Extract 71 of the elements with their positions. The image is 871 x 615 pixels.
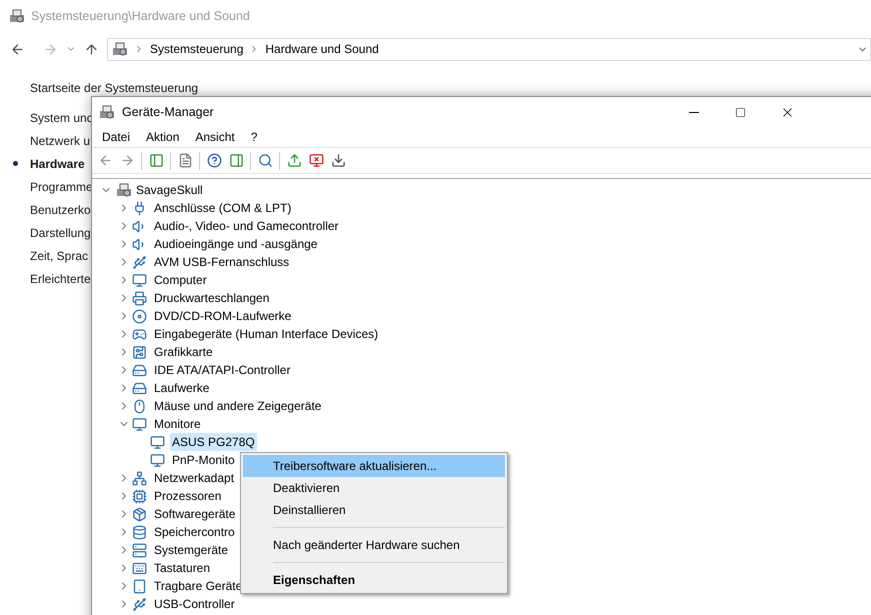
tree-item[interactable]: PnP-Monito [170,451,237,469]
maximize-icon [735,106,746,118]
monitor-icon [132,272,147,288]
monitor-icon [150,434,165,450]
tree-item[interactable]: Tragbare Geräte [152,577,244,595]
menu-item[interactable]: Ansicht [187,127,243,147]
nav-link[interactable]: Zeit, Sprac [30,246,88,264]
drive-icon [132,362,147,378]
nav-link[interactable]: Netzwerk u [30,132,90,150]
menu-item[interactable]: Aktion [138,127,188,147]
breadcrumb-item[interactable]: Hardware und Sound [265,40,379,58]
server-icon [132,542,147,558]
tree-item[interactable]: SavageSkull [136,181,203,199]
chip-icon [132,488,147,504]
tree-item[interactable]: Softwaregeräte [152,505,238,523]
tree-item[interactable]: ASUS PG278Q [170,433,257,451]
window-title: Systemsteuerung\Hardware und Sound [31,8,250,25]
mouse-icon [132,398,147,414]
nav-link[interactable]: Darstellung [30,224,91,242]
tree-item[interactable]: Mäuse und andere Zeigegeräte [152,397,324,415]
network-icon [132,470,147,486]
tree-item[interactable]: Prozessoren [152,487,224,505]
menu-item[interactable]: Deinstallieren [243,499,505,521]
tree-item[interactable]: Systemgeräte [152,541,230,559]
database-icon [132,524,147,540]
drive-icon [132,380,147,396]
nav-link[interactable]: Startseite der Systemsteuerung [30,81,198,96]
tree-item[interactable]: Tastaturen [152,559,212,577]
nav-link[interactable]: Erleichterte [30,270,91,288]
nav-link[interactable]: Programme [30,178,93,196]
menu-item[interactable]: Deaktivieren [243,477,505,499]
nav-link[interactable]: Hardware [30,154,85,172]
tree-item[interactable]: Audio-, Video- und Gamecontroller [152,217,341,235]
menu-item[interactable]: Eigenschaften [243,569,505,591]
tree-item[interactable]: Druckwarteschlangen [152,289,272,307]
tree-item[interactable]: Grafikkarte [152,343,215,361]
up-icon[interactable] [84,42,99,56]
menu-item[interactable]: Nach geänderter Hardware suchen [243,534,505,556]
nav-link[interactable]: Benutzerko [30,200,91,218]
tree-item[interactable]: DVD/CD-ROM-Laufwerke [152,307,294,325]
tree-item[interactable]: Anschlüsse (COM & LPT) [152,199,294,217]
breadcrumb-item[interactable]: Systemsteuerung [150,40,244,58]
tree-item[interactable]: AVM USB-Fernanschluss [152,253,292,271]
tree-item[interactable]: Monitore [152,415,203,433]
tree-item[interactable]: Computer [152,271,209,289]
monitor-icon [132,416,147,432]
menu-item[interactable]: Treibersoftware aktualisieren... [243,455,505,477]
disc-icon [132,308,147,324]
menu-item[interactable]: Datei [94,127,138,147]
address-bar[interactable]: Systemsteuerung Hardware und Sound [107,38,871,60]
package-icon [132,506,147,522]
tablet-icon [132,578,147,594]
circuit-board-icon [132,344,147,360]
tree-item[interactable]: Audioeingänge und -ausgänge [152,235,320,253]
tree-item[interactable]: Speichercontro [152,523,237,541]
keyboard-icon [132,560,147,576]
monitor-icon [150,452,165,468]
tree-item[interactable]: Netzwerkadapt [152,469,236,487]
plug-icon [132,200,147,216]
menu-item[interactable]: ? [242,127,266,147]
tree-item[interactable]: IDE ATA/ATAPI-Controller [152,361,292,379]
usb-icon [132,596,147,612]
usb-icon [132,254,147,270]
tree-item[interactable]: USB-Controller [152,595,237,613]
gamepad-icon [132,326,147,342]
tree-item[interactable]: Eingabegeräte (Human Interface Devices) [152,325,380,343]
printer-icon [132,290,147,306]
window-title: Geräte-Manager [122,104,214,121]
tree-item[interactable]: Laufwerke [152,379,212,397]
back-icon[interactable] [10,42,25,56]
bullet-icon [13,161,18,166]
